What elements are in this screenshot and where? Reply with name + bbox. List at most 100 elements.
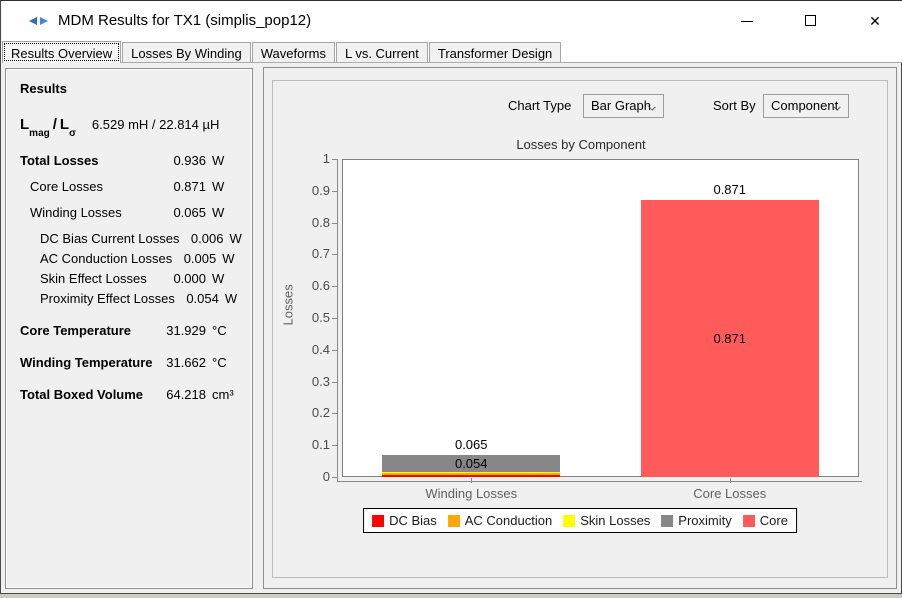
result-label: Winding Temperature [20, 355, 153, 370]
result-row-core-temperature: Core Temperature31.929°C [20, 323, 242, 338]
result-row-winding-temperature: Winding Temperature 31.662 °C [20, 355, 242, 370]
y-tick-label: 1 [300, 151, 330, 166]
bar-segment-ac-conduction [382, 473, 560, 475]
y-tick-label: 0.8 [300, 215, 330, 230]
bar-segment-skin-losses [382, 472, 560, 473]
result-unit: W [212, 205, 242, 220]
result-label: DC Bias Current Losses [40, 231, 179, 246]
legend-label: AC Conduction [465, 513, 552, 528]
chart-controls: Chart Type Bar Graph Sort By Component [272, 94, 888, 118]
lsigma-symbol: Lσ [60, 116, 76, 136]
legend-label: Core [760, 513, 788, 528]
chart-title: Losses by Component [431, 137, 731, 152]
y-tick [332, 286, 337, 287]
x-tick [730, 478, 731, 483]
y-tick [332, 413, 337, 414]
result-value: 64.218 [162, 387, 206, 402]
bar-segment-label: 0.871 [640, 331, 820, 346]
tab-results-overview[interactable]: Results Overview [2, 41, 121, 63]
y-axis-title: Losses [281, 296, 296, 326]
bar-total-label: 0.065 [381, 437, 561, 452]
legend-swatch-icon [448, 515, 460, 527]
background-strip [0, 594, 902, 598]
legend-swatch-icon [743, 515, 755, 527]
y-tick-label: 0.7 [300, 246, 330, 261]
y-tick-label: 0.4 [300, 342, 330, 357]
mdm-results-window: MDM Results for TX1 (simplis_pop12) ✕ Re… [0, 0, 902, 594]
minimize-button[interactable] [724, 1, 770, 41]
tab-losses-by-winding[interactable]: Losses By Winding [122, 42, 251, 62]
result-label: Core Temperature [20, 323, 131, 338]
result-value: 31.662 [162, 355, 206, 370]
result-label: Proximity Effect Losses [40, 291, 175, 306]
y-tick [332, 254, 337, 255]
y-tick-label: 0.1 [300, 437, 330, 452]
result-row-total-losses: Total Losses0.936W [20, 153, 242, 168]
title-bar: MDM Results for TX1 (simplis_pop12) ✕ [2, 1, 902, 41]
result-value: 0.054 [175, 291, 219, 306]
x-axis-line [337, 481, 862, 482]
result-row-skin-effect-losses: Skin Effect Losses 0.000 W [20, 271, 242, 286]
result-label: Winding Losses [30, 205, 122, 220]
chart-type-select[interactable]: Bar Graph [583, 94, 664, 118]
result-unit: W [229, 231, 242, 246]
y-tick-label: 0.3 [300, 374, 330, 389]
y-axis-line [337, 159, 338, 482]
result-label: Skin Effect Losses [40, 271, 147, 286]
sort-by-select[interactable]: Component [763, 94, 849, 118]
result-unit: °C [212, 323, 242, 338]
result-value: 0.065 [162, 205, 206, 220]
legend-item-dc-bias: DC Bias [372, 513, 437, 528]
result-unit: W [222, 251, 242, 266]
result-label: Total Losses [20, 153, 99, 168]
bar-segment-label: 0.054 [381, 456, 561, 471]
maximize-icon [805, 15, 816, 26]
y-tick [332, 382, 337, 383]
legend-item-core: Core [743, 513, 788, 528]
result-row-core-losses: Core Losses0.871W [20, 179, 242, 194]
result-row-proximity-effect-losses: Proximity Effect Losses0.054 W [20, 291, 242, 306]
results-heading: Results [20, 81, 242, 96]
y-tick-label: 0.2 [300, 405, 330, 420]
close-button[interactable]: ✕ [852, 1, 898, 41]
results-rows: Total Losses0.936W Core Losses0.871W Windi… [20, 153, 242, 402]
legend-swatch-icon [563, 515, 575, 527]
y-tick [332, 445, 337, 446]
result-row-ac-conduction-losses: AC Conduction Losses0.005W [20, 251, 242, 266]
y-tick-label: 0.6 [300, 278, 330, 293]
results-panel: Results Lmag / Lσ 6.529 mH / 22.814 µH T… [5, 68, 253, 589]
result-label: Total Boxed Volume [20, 387, 143, 402]
result-unit: cm³ [212, 387, 242, 402]
inductance-row: Lmag / Lσ 6.529 mH / 22.814 µH [20, 116, 242, 136]
y-tick-label: 0 [300, 469, 330, 484]
inductance-separator: / [50, 116, 60, 133]
bar-total-label: 0.871 [640, 182, 820, 197]
tab-waveforms[interactable]: Waveforms [252, 42, 335, 62]
y-tick-label: 0.9 [300, 183, 330, 198]
close-icon: ✕ [852, 1, 898, 41]
left-arrow-icon [29, 17, 37, 25]
result-row-winding-losses: Winding Losses 0.065 W [20, 205, 242, 220]
result-value: 0.000 [162, 271, 206, 286]
result-unit: °C [212, 355, 242, 370]
result-unit: W [212, 179, 242, 194]
window-title: MDM Results for TX1 (simplis_pop12) [58, 1, 311, 41]
legend-item-proximity: Proximity [661, 513, 731, 528]
app-icon [29, 16, 51, 27]
chart-legend: DC Bias AC Conduction Skin Losses Proximity… [363, 508, 797, 533]
result-value: 0.005 [172, 251, 216, 266]
legend-swatch-icon [661, 515, 673, 527]
legend-item-skin-losses: Skin Losses [563, 513, 650, 528]
result-unit: W [212, 271, 242, 286]
y-tick [332, 350, 337, 351]
minimize-icon [741, 21, 753, 22]
tab-l-vs-current[interactable]: L vs. Current [336, 42, 428, 62]
tab-bar: Results OverviewLosses By WindingWavefor… [2, 41, 902, 63]
result-unit: W [225, 291, 242, 306]
tab-transformer-design[interactable]: Transformer Design [429, 42, 561, 62]
result-row-total-boxed-volume: Total Boxed Volume 64.218 cm³ [20, 387, 242, 402]
bar-segment-dc-bias [382, 475, 560, 477]
inductance-value: 6.529 mH / 22.814 µH [92, 117, 219, 132]
result-row-dc-bias-current-losses: DC Bias Current Losses0.006W [20, 231, 242, 246]
maximize-button[interactable] [788, 1, 834, 41]
